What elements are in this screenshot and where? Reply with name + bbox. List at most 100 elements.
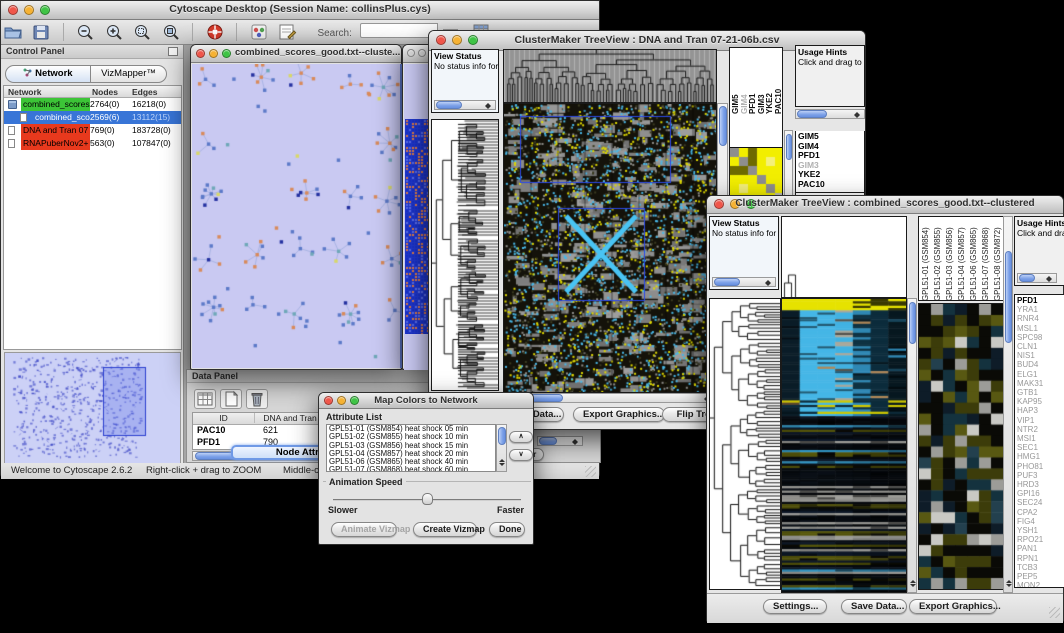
scrollbar-thumb[interactable] — [719, 106, 727, 146]
scrollbar-thumb[interactable] — [909, 302, 916, 344]
network-view-titlebar[interactable]: combined_scores_good.txt--cluste... — [191, 45, 401, 63]
resize-grip[interactable] — [1049, 607, 1060, 618]
network-row-combined-sco[interactable]: combined_sco2569(6)13112(15) — [4, 111, 181, 124]
dialog-button-done[interactable]: Done — [489, 522, 525, 537]
vizmapper-icon[interactable] — [248, 22, 270, 42]
dialog-button-create-vizmap[interactable]: Create Vizmap — [413, 522, 477, 537]
zoom-fit-icon[interactable] — [160, 22, 182, 42]
tv2-heatmap[interactable] — [781, 298, 907, 593]
gene-label-rpn1[interactable]: RPN1 — [1015, 554, 1064, 563]
tv2-zoom-heatmap[interactable] — [918, 303, 1004, 590]
gene-label-hrd3[interactable]: HRD3 — [1015, 480, 1064, 489]
scroll-up-arrow[interactable] — [1006, 577, 1012, 583]
scroll-right-arrow[interactable] — [575, 439, 581, 445]
zoom-selected-icon[interactable] — [131, 22, 153, 42]
gene-label-gpi16[interactable]: GPI16 — [1015, 489, 1064, 498]
scrollbar-thumb[interactable] — [797, 110, 827, 118]
gene-label-rnr4[interactable]: RNR4 — [1015, 314, 1064, 323]
tv1-summary-heatmap[interactable] — [730, 147, 783, 202]
scrollbar-thumb[interactable] — [1019, 274, 1035, 282]
attribute-list-scrollbar[interactable] — [496, 424, 507, 472]
tv2-column-dendrogram[interactable] — [781, 216, 907, 298]
save-icon[interactable] — [30, 22, 52, 42]
data-panel-right-scrollbar[interactable] — [537, 436, 583, 446]
gene-label-yra1[interactable]: YRA1 — [1015, 305, 1064, 314]
gene-label-cpa2[interactable]: CPA2 — [1015, 508, 1064, 517]
open-file-icon[interactable] — [2, 22, 24, 42]
gene-label-hap3[interactable]: HAP3 — [1015, 406, 1064, 415]
gene-label-kap95[interactable]: KAP95 — [1015, 397, 1064, 406]
tv1-row-dendrogram[interactable] — [431, 119, 499, 391]
gene-label-pep5[interactable]: PEP5 — [1015, 572, 1064, 581]
float-panel-icon[interactable] — [168, 47, 178, 56]
attribute-list-item[interactable]: GPL51-07 (GSM868) heat shock 60 min — [327, 466, 495, 472]
search-input[interactable] — [360, 23, 438, 38]
tv2-row-dendrogram[interactable] — [709, 298, 781, 590]
gene-label-pfd1[interactable]: PFD1 — [1015, 296, 1064, 305]
move-down-button[interactable]: ∨ — [509, 449, 533, 461]
network-row-dna-and-tran-07[interactable]: DNA and Tran 07769(0)183728(0) — [4, 124, 181, 137]
scrollbar-thumb[interactable] — [786, 134, 792, 160]
gene-label-msi1[interactable]: MSI1 — [1015, 434, 1064, 443]
gene-label-ysh1[interactable]: YSH1 — [1015, 526, 1064, 535]
network-canvas[interactable] — [192, 64, 403, 368]
tv2-v-scrollbar[interactable] — [907, 298, 917, 593]
tv2-button-settings[interactable]: Settings... — [763, 599, 827, 614]
zoom-in-icon[interactable] — [103, 22, 125, 42]
move-up-button[interactable]: ∧ — [509, 431, 533, 443]
view-status-scrollbar[interactable] — [712, 277, 776, 287]
gene-label-tcb3[interactable]: TCB3 — [1015, 563, 1064, 572]
zoom-button[interactable] — [222, 49, 231, 58]
gene-label-rpo21[interactable]: RPO21 — [1015, 535, 1064, 544]
tv2-zoom-scrollbar[interactable] — [1003, 216, 1013, 593]
dialog-titlebar[interactable]: Map Colors to Network — [319, 393, 533, 409]
tv1-h-scrollbar[interactable] — [503, 393, 715, 403]
gene-label-ntr2[interactable]: NTR2 — [1015, 425, 1064, 434]
gene-label-puf3[interactable]: PUF3 — [1015, 471, 1064, 480]
treeview2-titlebar[interactable]: ClusterMaker TreeView : combined_scores_… — [707, 196, 1063, 214]
gene-label-msl1[interactable]: MSL1 — [1015, 324, 1064, 333]
minimize-button[interactable] — [418, 49, 426, 57]
tv1-column-dendrogram[interactable] — [503, 49, 717, 103]
resize-grip[interactable] — [585, 466, 596, 477]
scroll-down-arrow[interactable] — [499, 463, 505, 469]
close-button[interactable] — [407, 49, 415, 57]
gene-label-mak31[interactable]: MAK31 — [1015, 379, 1064, 388]
gene-label-sec1[interactable]: SEC1 — [1015, 443, 1064, 452]
attribute-list[interactable]: GPL51-01 (GSM854) heat shock 05 minGPL51… — [326, 424, 496, 472]
main-titlebar[interactable]: Cytoscape Desktop (Session Name: collins… — [1, 1, 599, 20]
slider-thumb[interactable] — [422, 493, 433, 505]
gene-label-hmg1[interactable]: HMG1 — [1015, 452, 1064, 461]
scroll-up-arrow[interactable] — [910, 577, 916, 583]
tv1-heatmap[interactable] — [503, 103, 717, 393]
minimize-button[interactable] — [209, 49, 218, 58]
tv2-usage-scrollbar[interactable] — [1017, 273, 1057, 283]
gene-label-spc98[interactable]: SPC98 — [1015, 333, 1064, 342]
tv1-usage-scrollbar[interactable] — [795, 109, 865, 119]
delete-attribute-icon[interactable] — [246, 389, 268, 409]
zoom-out-icon[interactable] — [74, 22, 96, 42]
scrollbar-thumb[interactable] — [714, 278, 740, 286]
tv2-button-export-graphics[interactable]: Export Graphics... — [909, 599, 997, 614]
tv1-button-export-graphics[interactable]: Export Graphics... — [573, 407, 665, 422]
attribute-select-icon[interactable] — [194, 389, 216, 409]
close-button[interactable] — [196, 49, 205, 58]
scroll-right-arrow[interactable] — [1049, 276, 1055, 282]
scrollbar-thumb[interactable] — [498, 427, 506, 445]
gene-label-gtb1[interactable]: GTB1 — [1015, 388, 1064, 397]
scroll-right-arrow[interactable] — [857, 112, 863, 118]
gene-label-cln1[interactable]: CLN1 — [1015, 342, 1064, 351]
network-row-rnapubernov2[interactable]: RNAPuberNov2+563(0)107847(0) — [4, 137, 181, 150]
scroll-down-arrow[interactable] — [1006, 584, 1012, 590]
scrollbar-thumb[interactable] — [539, 437, 557, 445]
gene-label-mon2[interactable]: MON2 — [1015, 581, 1064, 588]
gene-label-nis1[interactable]: NIS1 — [1015, 351, 1064, 360]
gene-label-pho81[interactable]: PHO81 — [1015, 462, 1064, 471]
tab-vizmapper[interactable]: VizMapper™ — [91, 65, 167, 83]
tab-network[interactable]: Network — [5, 65, 91, 83]
gene-label-pan1[interactable]: PAN1 — [1015, 544, 1064, 553]
help-ring-icon[interactable] — [204, 22, 226, 42]
gene-label-fig4[interactable]: FIG4 — [1015, 517, 1064, 526]
scrollbar-thumb[interactable] — [436, 101, 462, 109]
gene-label-sec24[interactable]: SEC24 — [1015, 498, 1064, 507]
